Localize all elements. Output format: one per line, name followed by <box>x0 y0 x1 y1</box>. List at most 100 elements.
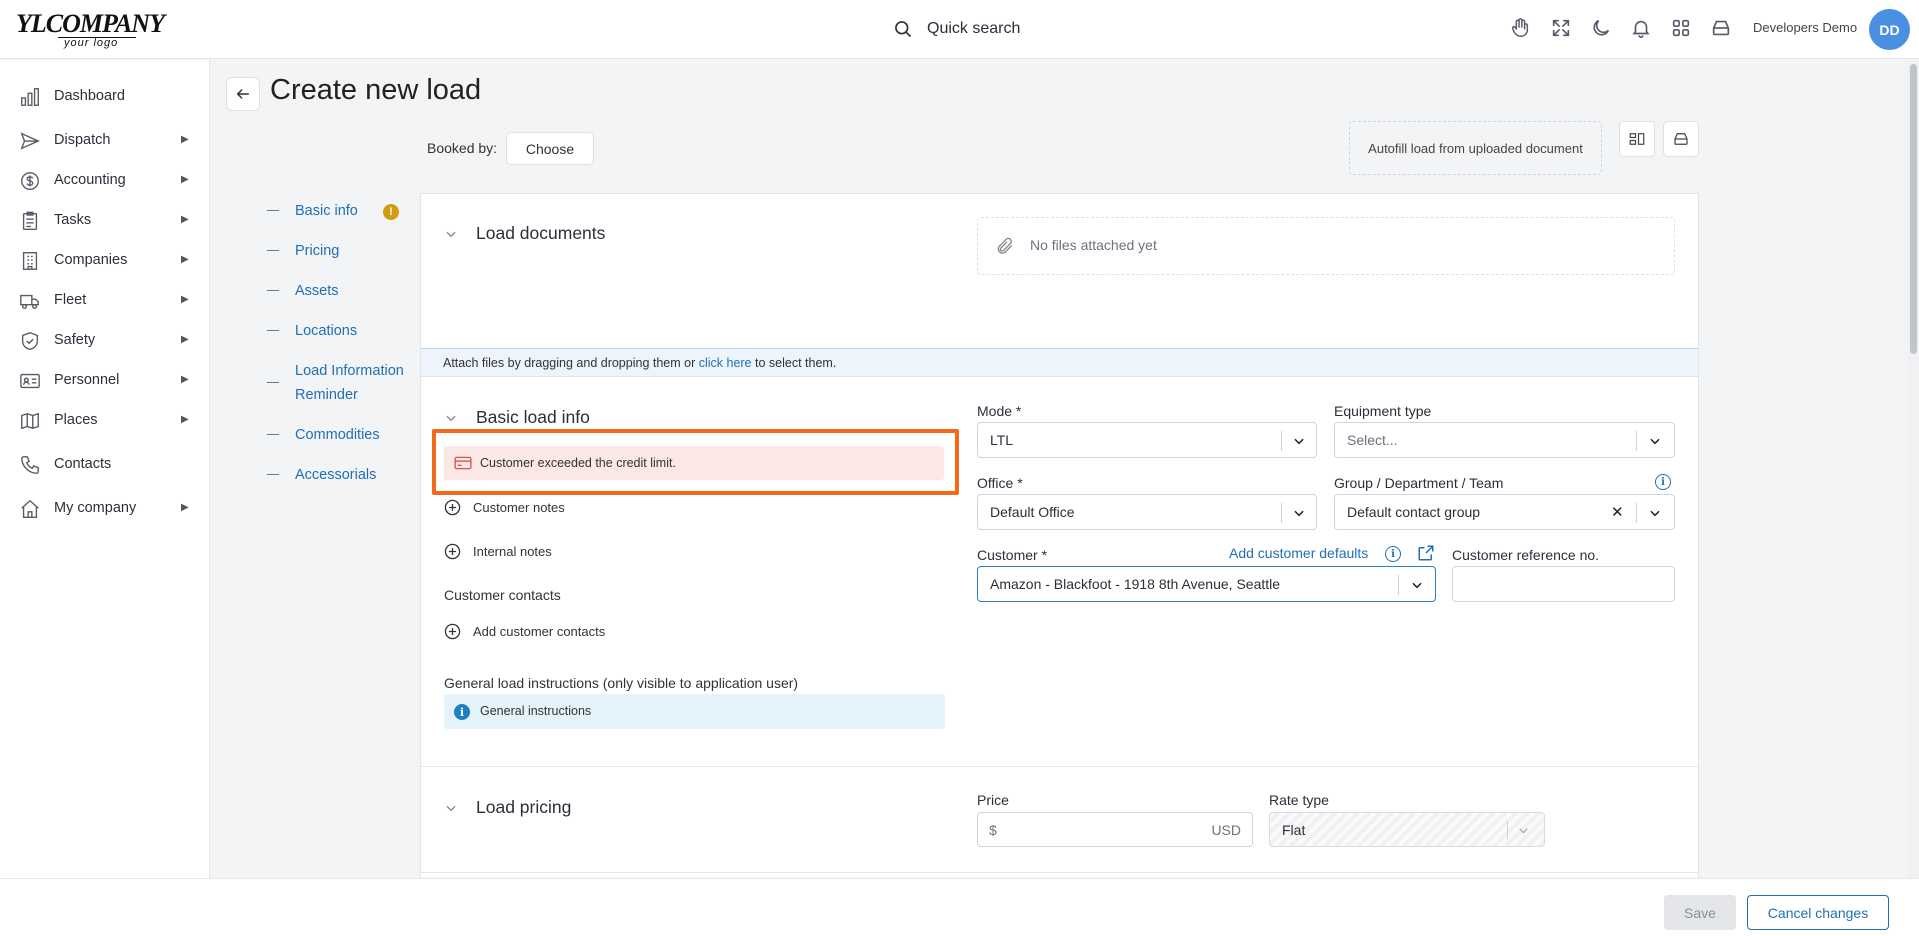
sidebar-item-safety[interactable]: Safety ▶ <box>0 322 210 358</box>
mode-label: Mode * <box>977 403 1022 419</box>
scrollbar-thumb[interactable] <box>1910 64 1917 354</box>
inbox-icon[interactable] <box>1710 17 1732 39</box>
sidebar-item-tasks[interactable]: Tasks ▶ <box>0 202 210 238</box>
chevron-down-icon <box>1294 510 1304 517</box>
expand-arrow-icon: ▶ <box>181 134 189 145</box>
section-link-pricing[interactable]: Pricing <box>267 239 405 263</box>
hand-icon[interactable] <box>1509 17 1531 39</box>
customer-label: Customer * <box>977 547 1048 563</box>
sidebar-item-dashboard[interactable]: Dashboard <box>0 78 210 114</box>
dollar-icon <box>19 170 41 192</box>
chevron-down-icon <box>1650 438 1660 445</box>
collapse-documents-chevron-icon[interactable] <box>444 227 458 241</box>
chevron-down-icon <box>1519 828 1528 834</box>
customer-notes-button[interactable]: Customer notes <box>444 499 565 516</box>
chevron-down-icon <box>1294 438 1304 445</box>
top-bar: YLCOMPANY your logo Quick search Develop… <box>0 0 1919 59</box>
mode-select[interactable]: LTL <box>977 422 1317 458</box>
general-instructions-box[interactable]: i General instructions <box>444 694 945 729</box>
group-department-team-select[interactable]: Default contact group ✕ <box>1334 494 1675 530</box>
back-button[interactable] <box>226 77 260 111</box>
quick-search[interactable]: Quick search <box>893 16 1020 42</box>
section-divider <box>421 766 1698 767</box>
arrow-left-icon <box>236 89 250 99</box>
customer-select[interactable]: Amazon - Blackfoot - 1918 8th Avenue, Se… <box>977 566 1436 602</box>
customer-value: Amazon - Blackfoot - 1918 8th Avenue, Se… <box>990 576 1281 592</box>
archive-button[interactable] <box>1663 121 1699 157</box>
sidebar-item-my-company[interactable]: My company ▶ <box>0 490 210 526</box>
sidebar-item-label: Safety <box>54 332 96 348</box>
collapse-basic-info-chevron-icon[interactable] <box>444 411 458 425</box>
internal-notes-button[interactable]: Internal notes <box>444 543 552 560</box>
sidebar-item-label: Tasks <box>54 212 92 228</box>
plus-circle-icon <box>444 499 461 516</box>
sidebar-item-places[interactable]: Places ▶ <box>0 402 210 438</box>
section-link-commodities[interactable]: Commodities <box>267 423 405 447</box>
alert-text: Customer exceeded the credit limit. <box>480 456 676 470</box>
section-link-assets[interactable]: Assets <box>267 279 405 303</box>
price-input[interactable]: $ USD <box>977 812 1253 847</box>
save-button[interactable]: Save <box>1664 895 1736 930</box>
section-link-label: Accessorials <box>295 467 377 483</box>
section-link-load-information-reminder[interactable]: Load Information Reminder <box>267 359 405 407</box>
load-form-card <box>420 193 1699 878</box>
truck-icon <box>19 290 41 312</box>
internal-notes-label: Internal notes <box>473 544 552 559</box>
user-name[interactable]: Developers Demo <box>1753 20 1857 35</box>
sidebar-item-dispatch[interactable]: Dispatch ▶ <box>0 122 210 158</box>
click-here-link[interactable]: click here <box>699 356 752 370</box>
currency-symbol: $ <box>989 822 997 838</box>
dash-marker <box>267 474 279 475</box>
sidebar-item-personnel[interactable]: Personnel ▶ <box>0 362 210 398</box>
sidebar-item-label: Places <box>54 412 98 428</box>
customer-defaults-info-icon[interactable]: i <box>1385 546 1401 562</box>
autofill-upload-dropzone[interactable]: Autofill load from uploaded document <box>1349 121 1602 175</box>
section-link-locations[interactable]: Locations <box>267 319 405 343</box>
section-link-accessorials[interactable]: Accessorials <box>267 463 405 487</box>
equipment-type-label: Equipment type <box>1334 403 1432 419</box>
add-customer-contacts-label: Add customer contacts <box>473 624 606 639</box>
open-external-icon[interactable] <box>1417 544 1435 562</box>
add-customer-contacts-button[interactable]: Add customer contacts <box>444 623 605 640</box>
rate-type-select[interactable]: Flat <box>1269 812 1545 847</box>
equipment-type-select[interactable]: Select... <box>1334 422 1675 458</box>
choose-booked-by-button[interactable]: Choose <box>506 132 594 165</box>
customer-contacts-label: Customer contacts <box>444 587 561 603</box>
mode-value: LTL <box>990 432 1014 448</box>
dispatch-icon <box>19 130 41 152</box>
files-dropzone[interactable]: No files attached yet <box>977 217 1675 275</box>
sidebar-item-fleet[interactable]: Fleet ▶ <box>0 282 210 318</box>
plus-circle-icon <box>444 623 461 640</box>
warning-badge: ! <box>383 204 399 220</box>
basic-load-info-title: Basic load info <box>476 407 590 427</box>
credit-limit-alert: Customer exceeded the credit limit. <box>444 446 944 480</box>
collapse-pricing-chevron-icon[interactable] <box>444 801 458 815</box>
credit-card-icon <box>454 456 472 470</box>
price-label: Price <box>977 792 1009 808</box>
group-info-icon[interactable]: i <box>1655 474 1671 490</box>
select-separator <box>1507 821 1508 840</box>
rate-type-value: Flat <box>1282 822 1306 838</box>
section-divider <box>421 872 1698 873</box>
customer-reference-input[interactable] <box>1452 566 1675 602</box>
layout-toggle-button[interactable] <box>1619 121 1655 157</box>
sidebar-item-contacts[interactable]: Contacts <box>0 446 210 482</box>
expand-arrow-icon: ▶ <box>181 374 189 385</box>
currency-code: USD <box>1211 822 1241 838</box>
fullscreen-icon[interactable] <box>1550 17 1572 39</box>
sidebar-item-accounting[interactable]: Accounting ▶ <box>0 162 210 198</box>
company-logo[interactable]: YLCOMPANY your logo <box>16 10 165 50</box>
add-customer-defaults-link[interactable]: Add customer defaults <box>1229 545 1368 561</box>
sidebar-item-label: My company <box>54 500 137 516</box>
office-select[interactable]: Default Office <box>977 494 1317 530</box>
bell-icon[interactable] <box>1630 17 1652 39</box>
moon-icon[interactable] <box>1590 17 1612 39</box>
clear-selection-icon[interactable]: ✕ <box>1611 503 1624 521</box>
plus-circle-icon <box>444 543 461 560</box>
dash-marker <box>267 290 279 291</box>
sidebar: Dashboard Dispatch ▶ Accounting ▶ Tasks … <box>0 60 210 878</box>
cancel-changes-button[interactable]: Cancel changes <box>1747 895 1889 930</box>
avatar[interactable]: DD <box>1869 9 1910 50</box>
apps-grid-icon[interactable] <box>1670 17 1692 39</box>
sidebar-item-companies[interactable]: Companies ▶ <box>0 242 210 278</box>
